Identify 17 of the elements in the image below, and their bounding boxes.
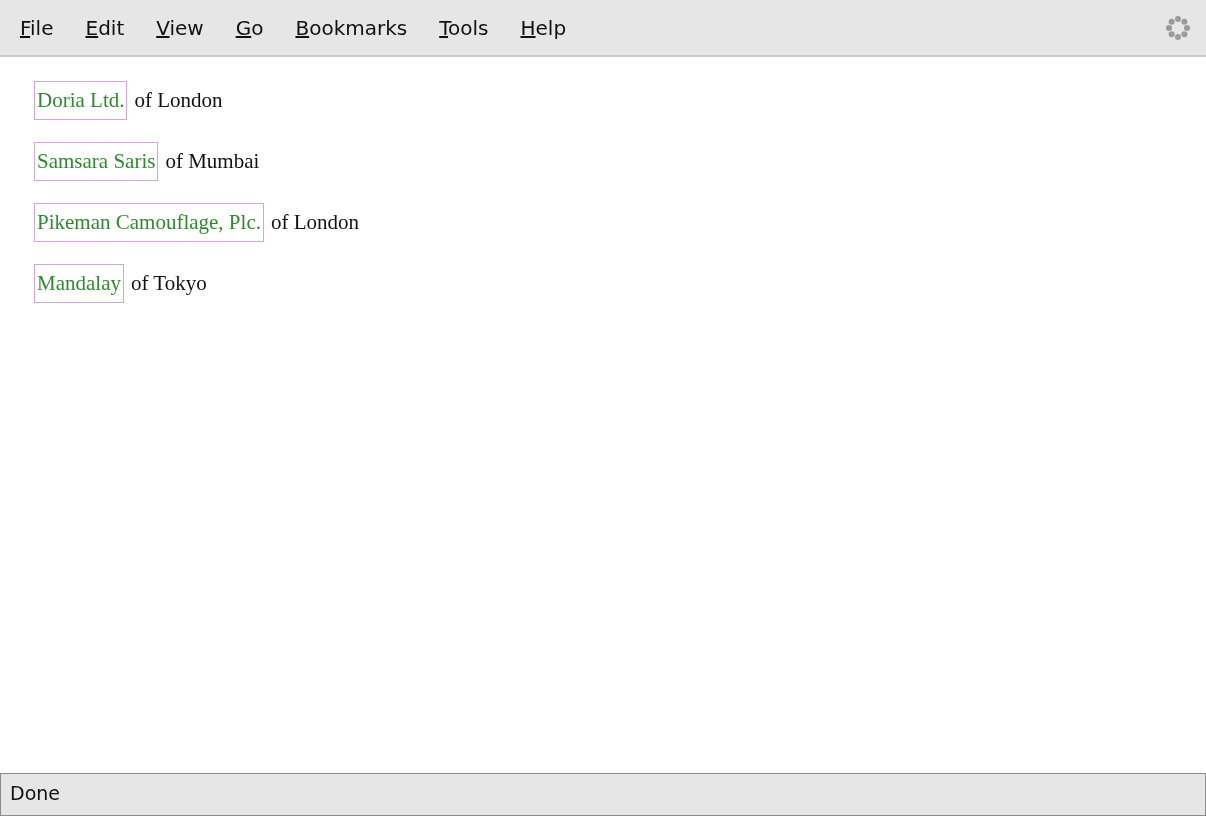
company-link[interactable]: Mandalay — [34, 264, 124, 303]
throbber-icon — [1164, 13, 1192, 42]
menu-item[interactable]: File — [14, 11, 60, 44]
menu-item[interactable]: Go — [229, 11, 270, 44]
menu-item[interactable]: View — [150, 11, 210, 44]
company-location: of London — [134, 88, 223, 113]
company-link[interactable]: Doria Ltd. — [34, 81, 128, 120]
company-location: of Mumbai — [165, 149, 260, 174]
menu-item[interactable]: Edit — [79, 11, 131, 44]
status-bar: Done — [0, 773, 1206, 816]
menu-item[interactable]: Bookmarks — [289, 11, 414, 44]
company-link[interactable]: Samsara Saris — [34, 142, 159, 181]
company-location: of London — [270, 210, 360, 235]
menu-item[interactable]: Help — [514, 11, 573, 44]
company-link[interactable]: Pikeman Camouflage, Plc. — [34, 203, 264, 242]
company-location: of Tokyo — [131, 271, 207, 296]
menu-item[interactable]: Tools — [433, 11, 495, 44]
